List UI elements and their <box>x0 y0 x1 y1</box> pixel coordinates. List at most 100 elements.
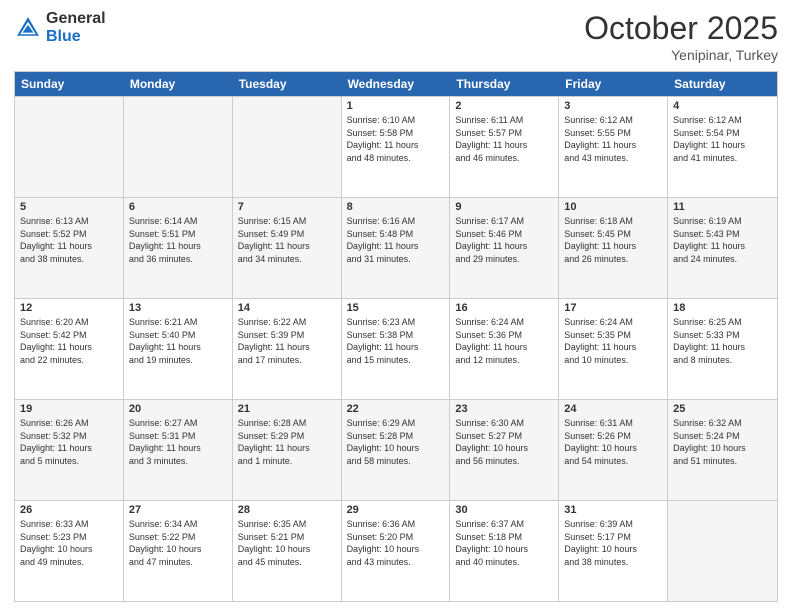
calendar-cell: 23Sunrise: 6:30 AMSunset: 5:27 PMDayligh… <box>450 400 559 500</box>
cell-text: Daylight: 11 hours <box>673 241 772 253</box>
calendar-cell: 31Sunrise: 6:39 AMSunset: 5:17 PMDayligh… <box>559 501 668 601</box>
cell-text: and 8 minutes. <box>673 355 772 367</box>
cell-text: Sunrise: 6:24 AM <box>455 317 553 329</box>
cell-text: Sunrise: 6:22 AM <box>238 317 336 329</box>
calendar-cell: 7Sunrise: 6:15 AMSunset: 5:49 PMDaylight… <box>233 198 342 298</box>
day-number: 21 <box>238 403 336 415</box>
cell-text: Sunset: 5:27 PM <box>455 431 553 443</box>
day-number: 8 <box>347 201 445 213</box>
cell-text: Sunset: 5:49 PM <box>238 229 336 241</box>
day-number: 23 <box>455 403 553 415</box>
cell-text: and 51 minutes. <box>673 456 772 468</box>
cell-text: and 58 minutes. <box>347 456 445 468</box>
cell-text: Sunrise: 6:25 AM <box>673 317 772 329</box>
logo-icon <box>14 14 42 42</box>
cell-text: Sunrise: 6:27 AM <box>129 418 227 430</box>
calendar-cell: 27Sunrise: 6:34 AMSunset: 5:22 PMDayligh… <box>124 501 233 601</box>
day-number: 25 <box>673 403 772 415</box>
cell-text: Sunset: 5:46 PM <box>455 229 553 241</box>
cell-text: Sunset: 5:39 PM <box>238 330 336 342</box>
calendar-cell: 4Sunrise: 6:12 AMSunset: 5:54 PMDaylight… <box>668 97 777 197</box>
cell-text: and 41 minutes. <box>673 153 772 165</box>
cell-text: and 12 minutes. <box>455 355 553 367</box>
calendar-cell: 12Sunrise: 6:20 AMSunset: 5:42 PMDayligh… <box>15 299 124 399</box>
calendar-cell: 19Sunrise: 6:26 AMSunset: 5:32 PMDayligh… <box>15 400 124 500</box>
cell-text: Sunrise: 6:16 AM <box>347 216 445 228</box>
cell-text: Sunset: 5:55 PM <box>564 128 662 140</box>
cell-text: and 5 minutes. <box>20 456 118 468</box>
month-title: October 2025 <box>584 10 778 47</box>
calendar-cell <box>124 97 233 197</box>
logo-text: General Blue <box>46 10 106 45</box>
calendar-cell: 16Sunrise: 6:24 AMSunset: 5:36 PMDayligh… <box>450 299 559 399</box>
calendar-cell: 15Sunrise: 6:23 AMSunset: 5:38 PMDayligh… <box>342 299 451 399</box>
cell-text: Daylight: 11 hours <box>238 443 336 455</box>
cell-text: Sunset: 5:58 PM <box>347 128 445 140</box>
calendar-cell: 9Sunrise: 6:17 AMSunset: 5:46 PMDaylight… <box>450 198 559 298</box>
cell-text: Sunrise: 6:21 AM <box>129 317 227 329</box>
calendar-row: 5Sunrise: 6:13 AMSunset: 5:52 PMDaylight… <box>15 197 777 298</box>
cell-text: Daylight: 11 hours <box>455 140 553 152</box>
day-number: 31 <box>564 504 662 516</box>
day-number: 7 <box>238 201 336 213</box>
calendar-cell: 2Sunrise: 6:11 AMSunset: 5:57 PMDaylight… <box>450 97 559 197</box>
cell-text: Sunrise: 6:32 AM <box>673 418 772 430</box>
calendar-header-cell: Friday <box>559 72 668 96</box>
cell-text: Daylight: 11 hours <box>20 443 118 455</box>
cell-text: Daylight: 11 hours <box>20 342 118 354</box>
cell-text: and 1 minute. <box>238 456 336 468</box>
day-number: 5 <box>20 201 118 213</box>
calendar-row: 12Sunrise: 6:20 AMSunset: 5:42 PMDayligh… <box>15 298 777 399</box>
cell-text: Daylight: 11 hours <box>455 241 553 253</box>
calendar-cell: 3Sunrise: 6:12 AMSunset: 5:55 PMDaylight… <box>559 97 668 197</box>
day-number: 18 <box>673 302 772 314</box>
day-number: 26 <box>20 504 118 516</box>
cell-text: Sunrise: 6:37 AM <box>455 519 553 531</box>
cell-text: Sunrise: 6:30 AM <box>455 418 553 430</box>
cell-text: Daylight: 11 hours <box>347 241 445 253</box>
day-number: 29 <box>347 504 445 516</box>
cell-text: and 46 minutes. <box>455 153 553 165</box>
cell-text: Daylight: 11 hours <box>129 241 227 253</box>
calendar-cell <box>233 97 342 197</box>
cell-text: Sunset: 5:51 PM <box>129 229 227 241</box>
calendar-body: 1Sunrise: 6:10 AMSunset: 5:58 PMDaylight… <box>15 96 777 601</box>
cell-text: Sunrise: 6:39 AM <box>564 519 662 531</box>
cell-text: and 38 minutes. <box>20 254 118 266</box>
calendar-cell: 22Sunrise: 6:29 AMSunset: 5:28 PMDayligh… <box>342 400 451 500</box>
cell-text: Daylight: 11 hours <box>564 241 662 253</box>
cell-text: Sunrise: 6:15 AM <box>238 216 336 228</box>
day-number: 20 <box>129 403 227 415</box>
day-number: 11 <box>673 201 772 213</box>
cell-text: Daylight: 10 hours <box>129 544 227 556</box>
day-number: 16 <box>455 302 553 314</box>
logo: General Blue <box>14 10 106 45</box>
calendar-cell: 1Sunrise: 6:10 AMSunset: 5:58 PMDaylight… <box>342 97 451 197</box>
day-number: 30 <box>455 504 553 516</box>
cell-text: and 24 minutes. <box>673 254 772 266</box>
cell-text: and 10 minutes. <box>564 355 662 367</box>
cell-text: Sunrise: 6:23 AM <box>347 317 445 329</box>
cell-text: Sunset: 5:45 PM <box>564 229 662 241</box>
cell-text: and 56 minutes. <box>455 456 553 468</box>
cell-text: Sunset: 5:29 PM <box>238 431 336 443</box>
calendar-cell: 11Sunrise: 6:19 AMSunset: 5:43 PMDayligh… <box>668 198 777 298</box>
calendar-cell: 10Sunrise: 6:18 AMSunset: 5:45 PMDayligh… <box>559 198 668 298</box>
cell-text: Sunset: 5:38 PM <box>347 330 445 342</box>
cell-text: and 15 minutes. <box>347 355 445 367</box>
cell-text: Sunrise: 6:11 AM <box>455 115 553 127</box>
cell-text: Sunrise: 6:29 AM <box>347 418 445 430</box>
calendar-cell: 29Sunrise: 6:36 AMSunset: 5:20 PMDayligh… <box>342 501 451 601</box>
cell-text: Sunset: 5:40 PM <box>129 330 227 342</box>
cell-text: Sunset: 5:57 PM <box>455 128 553 140</box>
calendar-cell <box>668 501 777 601</box>
cell-text: Sunset: 5:48 PM <box>347 229 445 241</box>
cell-text: Sunset: 5:43 PM <box>673 229 772 241</box>
calendar-header-cell: Thursday <box>450 72 559 96</box>
logo-blue-text: Blue <box>46 28 106 46</box>
cell-text: Daylight: 11 hours <box>564 342 662 354</box>
cell-text: Daylight: 11 hours <box>20 241 118 253</box>
cell-text: and 43 minutes. <box>564 153 662 165</box>
cell-text: Daylight: 10 hours <box>347 544 445 556</box>
calendar-cell <box>15 97 124 197</box>
